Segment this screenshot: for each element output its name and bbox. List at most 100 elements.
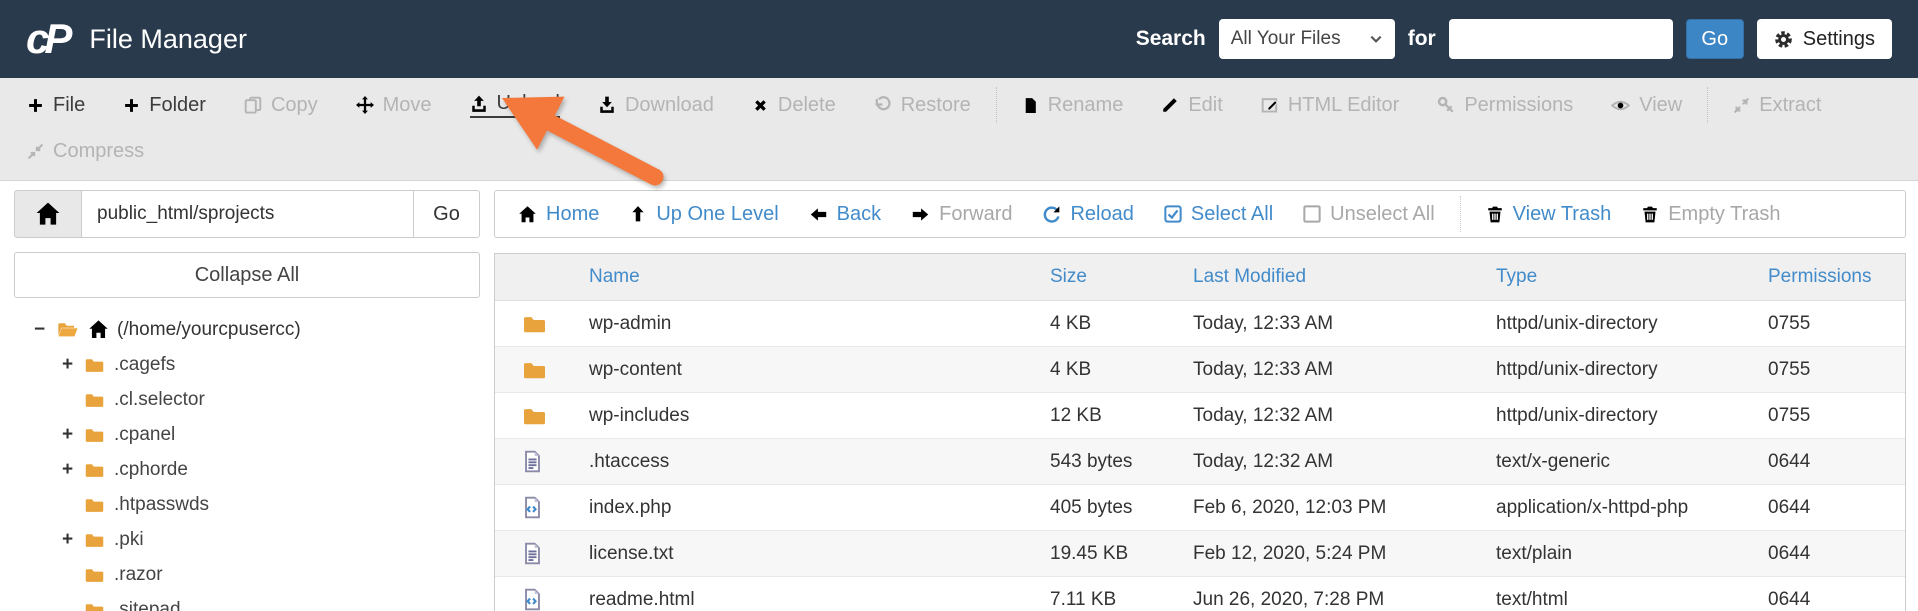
tree-root[interactable]: − (/home/yourcpusercc) [14,312,480,347]
tree-item-label: .cpanel [114,423,176,445]
toolbar-row-2: Compress [8,128,1918,174]
tree-item-label: .sitepad [114,598,181,611]
chevron-down-icon [1369,32,1383,46]
file-permissions: 0755 [1768,404,1811,426]
file-size: 543 bytes [1050,450,1133,472]
x-icon [752,97,769,114]
expand-toggle[interactable]: + [60,424,75,446]
nav-forward-button[interactable]: Forward [896,203,1027,226]
path-go-button[interactable]: Go [414,190,480,238]
tree-item-cagefs[interactable]: + .cagefs [14,347,480,382]
toolbar-move-button[interactable]: Move [337,94,451,117]
file-code-icon [521,586,544,611]
move-icon [356,96,374,114]
nav-view-trash-button[interactable]: View Trash [1471,203,1627,226]
folder-icon [83,355,106,375]
nav-up-one-level-button[interactable]: Up One Level [614,203,793,226]
search-go-button[interactable]: Go [1685,19,1744,59]
file-size: 4 KB [1050,312,1092,334]
table-row-wp-includes[interactable]: wp-includes 12 KB Today, 12:32 AM httpd/… [495,393,1905,439]
file-permissions: 0644 [1768,588,1811,610]
toolbar-copy-button[interactable]: Copy [225,94,337,117]
key-icon [1437,96,1455,114]
toolbar-file-button[interactable]: File [8,94,104,117]
nav-empty-trash-button[interactable]: Empty Trash [1626,203,1795,226]
toolbar-rename-button[interactable]: Rename [1003,94,1143,117]
file-size: 12 KB [1050,404,1102,426]
column-header-size[interactable]: Size [1050,266,1193,288]
nav-unselect-all-button[interactable]: Unselect All [1288,203,1450,226]
content-area: Go Collapse All − (/home/yourcpusercc) +… [0,181,1918,611]
nav-back-button[interactable]: Back [794,203,896,226]
column-header-name[interactable]: Name [495,266,1050,288]
compress-icon [27,143,44,160]
expand-toggle[interactable]: + [60,459,75,481]
page-title: File Manager [89,23,247,54]
nav-separator [1459,196,1461,232]
settings-button[interactable]: Settings [1756,19,1892,59]
file-modified: Today, 12:32 AM [1193,404,1334,426]
tree-item-htpasswds[interactable]: .htpasswds [14,487,480,522]
file-text-icon [521,540,544,567]
folder-icon [83,425,106,445]
tree-item-cpanel[interactable]: + .cpanel [14,417,480,452]
folder-open-icon [55,319,80,340]
plus-icon [123,97,140,114]
toolbar-permissions-button[interactable]: Permissions [1418,94,1592,117]
toolbar-restore-button[interactable]: Restore [855,94,990,117]
file-type: httpd/unix-directory [1496,312,1658,334]
file-navigation-bar: Home Up One Level Back Forward Reload Se… [494,190,1906,238]
undo-icon [874,96,892,114]
file-permissions: 0644 [1768,450,1811,472]
folder-icon [521,358,548,382]
tree-item-razor[interactable]: .razor [14,557,480,592]
toolbar-extract-button[interactable]: Extract [1714,94,1840,117]
nav-home-button[interactable]: Home [503,203,614,226]
pencil-icon [1161,96,1179,114]
search-input[interactable] [1448,19,1673,59]
table-row-index-php[interactable]: index.php 405 bytes Feb 6, 2020, 12:03 P… [495,485,1905,531]
toolbar-folder-button[interactable]: Folder [104,94,225,117]
tree-item-cl-selector[interactable]: .cl.selector [14,382,480,417]
toolbar-upload-button[interactable]: Upload [451,92,579,118]
toolbar-edit-button[interactable]: Edit [1142,94,1241,117]
table-row-htaccess[interactable]: .htaccess 543 bytes Today, 12:32 AM text… [495,439,1905,485]
expand-toggle[interactable]: + [60,354,75,376]
copy-icon [244,96,262,114]
file-icon [1022,97,1039,114]
file-modified: Jun 26, 2020, 7:28 PM [1193,588,1385,610]
edit-square-icon [1261,96,1279,114]
home-icon [88,319,109,340]
table-row-license-txt[interactable]: license.txt 19.45 KB Feb 12, 2020, 5:24 … [495,531,1905,577]
checkbox-checked-icon [1164,205,1182,223]
search-scope-select[interactable]: All Your Files [1218,19,1395,59]
nav-reload-button[interactable]: Reload [1027,203,1148,226]
expand-toggle[interactable]: + [60,529,75,551]
toolbar-view-button[interactable]: View [1592,94,1701,117]
toolbar-download-button[interactable]: Download [579,94,733,117]
table-row-readme-html[interactable]: readme.html 7.11 KB Jun 26, 2020, 7:28 P… [495,577,1905,611]
tree-item-pki[interactable]: + .pki [14,522,480,557]
tree-item-cphorde[interactable]: + .cphorde [14,452,480,487]
toolbar-compress-button[interactable]: Compress [8,140,163,163]
file-name: .htaccess [589,450,670,472]
table-row-wp-content[interactable]: wp-content 4 KB Today, 12:33 AM httpd/un… [495,347,1905,393]
collapse-toggle[interactable]: − [32,319,47,341]
table-row-wp-admin[interactable]: wp-admin 4 KB Today, 12:33 AM httpd/unix… [495,301,1905,347]
file-size: 4 KB [1050,358,1092,380]
column-header-type[interactable]: Type [1496,266,1768,288]
toolbar-delete-button[interactable]: Delete [733,94,855,117]
column-header-permissions[interactable]: Permissions [1768,266,1905,288]
folder-icon [83,565,106,585]
column-header-last-modified[interactable]: Last Modified [1193,266,1496,288]
tree-root-label: (/home/yourcpusercc) [117,318,301,340]
collapse-all-button[interactable]: Collapse All [14,252,480,298]
home-directory-button[interactable] [14,190,82,238]
path-input[interactable] [82,190,414,238]
toolbar-html-editor-button[interactable]: HTML Editor [1242,94,1419,117]
folder-icon [521,312,548,336]
download-icon [598,96,616,114]
tree-item-sitepad[interactable]: .sitepad [14,592,480,611]
nav-select-all-button[interactable]: Select All [1149,203,1288,226]
eye-icon [1611,96,1630,115]
